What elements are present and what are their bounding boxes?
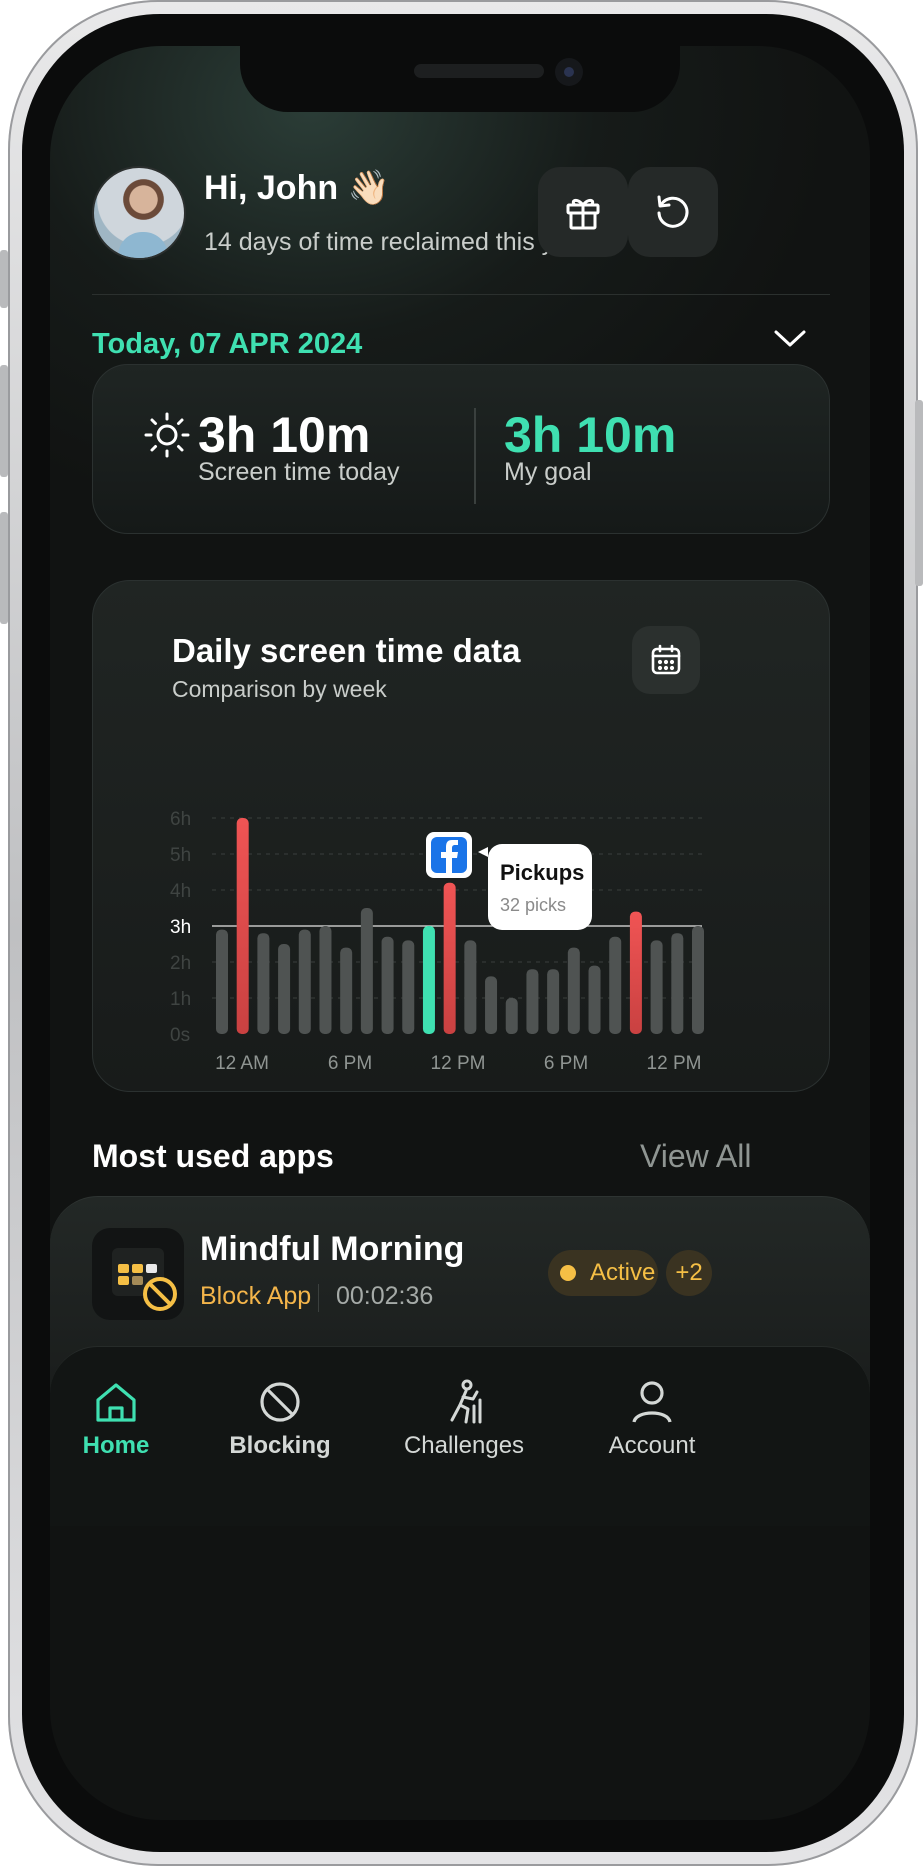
chart-bar [422,926,435,1034]
screen-time-label: Screen time today [198,458,400,486]
chart-bar [236,818,249,1034]
chart-bar [278,944,291,1034]
x-tick-label: 12 PM [431,1053,486,1074]
chart-bar [671,933,684,1034]
chart-bar [505,998,518,1034]
notch [240,46,680,112]
date-selector-label[interactable]: Today, 07 APR 2024 [92,328,362,361]
greeting: Hi, John 👋🏻 [204,169,390,207]
x-tick-label: 6 PM [328,1053,372,1074]
status-badge-label: Active [590,1259,656,1286]
y-tick-label: 1h [170,989,191,1010]
y-tick-label: 6h [170,809,191,830]
chart-bar [360,908,373,1034]
nav-label-account: Account [608,1432,696,1459]
mute-switch [0,250,8,308]
chart-bar [464,940,477,1034]
chart-bar [443,882,456,1034]
most-used-title: Most used apps [92,1138,334,1174]
chevron-down-icon[interactable] [772,326,808,350]
challenges-icon [450,1379,482,1424]
nav-label-blocking: Blocking [229,1432,331,1459]
y-tick-label: 5h [170,845,191,866]
sun-icon [144,412,190,458]
y-tick-label: 2h [170,953,191,974]
goal-value: 3h 10m [504,407,677,463]
chart-bar [588,965,601,1034]
earpiece-speaker [414,64,544,78]
refresh-icon [657,195,689,228]
chart-title: Daily screen time data [172,632,521,669]
view-all-link[interactable]: View All [640,1138,751,1175]
app-screen: Hi, John 👋🏻 14 days of time reclaimed th… [50,46,870,1820]
tooltip-box [488,844,592,930]
calendar-icon [651,644,681,675]
chart-bar [319,926,332,1034]
chart-bar [629,911,642,1034]
app-meta-divider [318,1284,319,1312]
header-divider [92,294,830,295]
chart-bar [609,936,622,1034]
y-tick-label: 4h [170,881,191,902]
nav-item-home[interactable]: Home [50,1378,186,1460]
facebook-icon [426,832,472,878]
block-app-icon [92,1228,184,1320]
power-button [915,400,923,586]
volume-down-button [0,512,8,624]
screen-time-bar-chart: 0s 1h 2h 3h 4h 5h 6h 12 AM 6 PM 12 PM 6 PM 12 PM Pic… [170,809,704,1074]
y-tick-label: 0s [170,1025,190,1046]
chart-bar [692,926,704,1034]
chart-bar [298,929,311,1034]
chart-bar [381,936,394,1034]
calendar-button[interactable] [632,626,700,694]
volume-up-button [0,365,8,477]
front-camera [555,58,583,86]
account-icon [632,1381,672,1423]
x-tick-label: 6 PM [544,1053,588,1074]
chart-bar [216,929,228,1034]
tooltip-title: Pickups [500,860,584,885]
tooltip-pointer [478,847,488,857]
chart-bar [402,940,415,1034]
nav-label-home: Home [82,1432,150,1459]
status-dot-icon [560,1265,576,1281]
block-icon [260,1382,300,1422]
home-icon [96,1383,136,1422]
nav-item-challenges[interactable]: Challenges [394,1378,534,1460]
stats-divider [474,408,476,504]
status-badge: Active [548,1250,658,1296]
chart-bar [526,969,539,1034]
chart-bar [485,976,498,1034]
app-name: Mindful Morning [200,1230,465,1268]
nav-item-account[interactable]: Account [582,1378,722,1460]
chart-bar [547,969,560,1034]
gift-button[interactable] [538,167,628,257]
x-tick-label: 12 AM [215,1053,269,1074]
more-count-badge[interactable]: +2 [666,1250,712,1296]
x-tick-label: 12 PM [647,1053,702,1074]
chart-bar [340,947,353,1034]
chart-bar [257,933,270,1034]
screen-time-value: 3h 10m [198,407,371,463]
gift-icon [566,198,600,230]
refresh-button[interactable] [628,167,718,257]
chart-bar [650,940,663,1034]
app-timer: 00:02:36 [336,1282,434,1310]
avatar[interactable] [92,166,186,260]
app-type: Block App [200,1282,312,1310]
tooltip-detail: 32 picks [500,895,566,915]
nav-item-blocking[interactable]: Blocking [210,1378,350,1460]
goal-label: My goal [504,458,592,486]
chart-bar [567,947,580,1034]
y-tick-label: 3h [170,917,191,938]
nav-label-challenges: Challenges [403,1432,525,1459]
chart-subtitle: Comparison by week [172,676,387,702]
